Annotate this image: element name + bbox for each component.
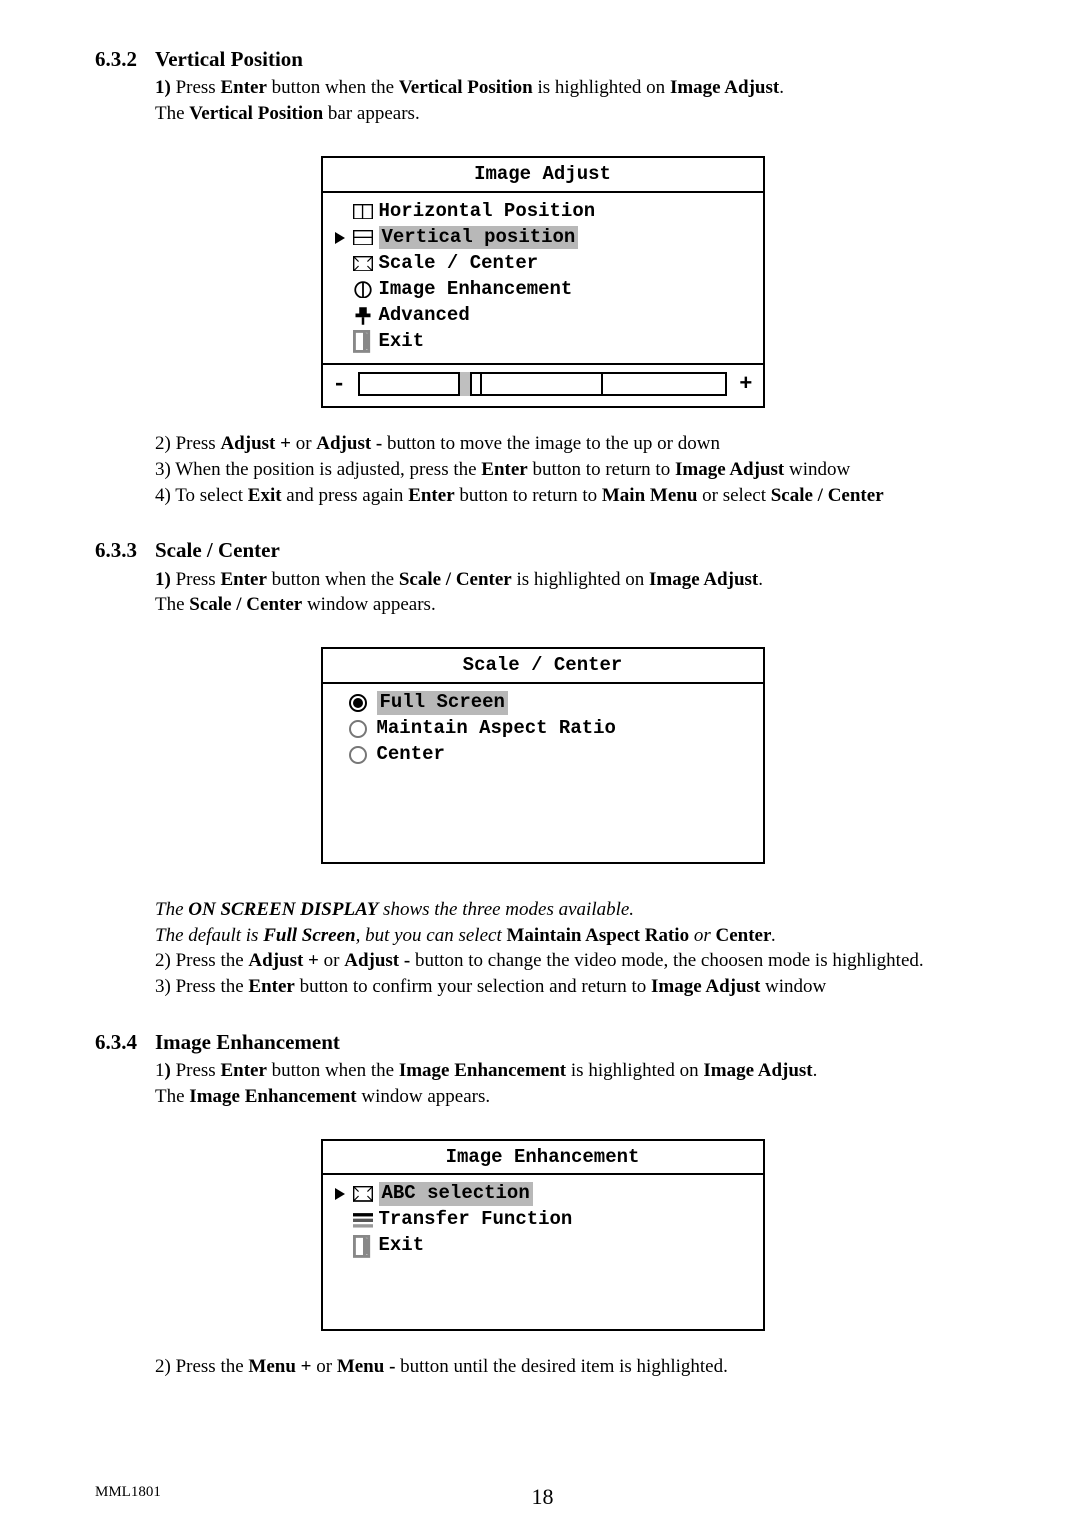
section-number: 6.3.2 [95, 46, 137, 72]
menu-item-abc[interactable]: ABC selection [333, 1181, 753, 1207]
section-title: Vertical Position [155, 46, 303, 72]
osd-title: Image Adjust [323, 158, 763, 191]
page: 6.3.2 Vertical Position 1) Press Enter b… [0, 0, 1080, 1528]
menu-item-advanced[interactable]: Advanced [333, 303, 753, 329]
slider-minus: - [333, 371, 346, 399]
enhancement-icon [353, 281, 373, 299]
menu-item-exit[interactable]: Exit [333, 1233, 753, 1259]
exit-icon [353, 330, 373, 353]
option-label: Center [377, 743, 445, 767]
page-footer: MML1801 18 [95, 1483, 990, 1502]
transfer-function-icon [353, 1212, 373, 1228]
menu-item-scale[interactable]: Scale / Center [333, 251, 753, 277]
section-632-post: 2) Press Adjust + or Adjust - button to … [155, 432, 990, 507]
menu-item-horizontal[interactable]: Horizontal Position [333, 199, 753, 225]
section-number: 6.3.4 [95, 1029, 137, 1055]
section-633-post: The ON SCREEN DISPLAY shows the three mo… [155, 898, 990, 999]
radio-icon [349, 720, 367, 738]
menu-item-transfer[interactable]: Transfer Function [333, 1207, 753, 1233]
option-center[interactable]: Center [333, 742, 753, 768]
option-maintain-aspect[interactable]: Maintain Aspect Ratio [333, 716, 753, 742]
step-1: 1) Press Enter button when the Vertical … [155, 76, 990, 100]
section-title: Scale / Center [155, 537, 280, 563]
option-label: Maintain Aspect Ratio [377, 717, 616, 741]
menu-label: Image Enhancement [379, 278, 573, 302]
section-number: 6.3.3 [95, 537, 137, 563]
section-633-body: 1) Press Enter button when the Scale / C… [155, 568, 990, 618]
scale-center-icon [353, 256, 373, 272]
page-number: 18 [532, 1483, 554, 1511]
slider-track[interactable] [358, 372, 728, 396]
section-633-heading: 6.3.3 Scale / Center [95, 537, 990, 563]
line: The Vertical Position bar appears. [155, 102, 990, 126]
vertical-position-icon [353, 230, 373, 246]
section-632-body: 1) Press Enter button when the Vertical … [155, 76, 990, 126]
osd-scale-center: Scale / Center Full Screen Maintain Aspe… [321, 647, 765, 864]
menu-item-vertical[interactable]: Vertical position [333, 225, 753, 251]
menu-label: Advanced [379, 304, 470, 328]
slider-plus: + [739, 371, 752, 399]
menu-label: Transfer Function [379, 1208, 573, 1232]
section-634-body: 1) Press Enter button when the Image Enh… [155, 1059, 990, 1109]
osd-image-adjust: Image Adjust Horizontal Position Vertica… [321, 156, 765, 408]
menu-label: Exit [379, 330, 425, 354]
horizontal-position-icon [353, 204, 373, 220]
menu-item-enhancement[interactable]: Image Enhancement [333, 277, 753, 303]
option-label: Full Screen [377, 691, 508, 715]
menu-label: Scale / Center [379, 252, 539, 276]
menu-label: Vertical position [379, 226, 579, 250]
menu-label: ABC selection [379, 1182, 533, 1206]
advanced-icon [353, 306, 373, 326]
osd-slider[interactable]: - + [323, 363, 763, 407]
cursor-icon [333, 232, 347, 244]
menu-label: Horizontal Position [379, 200, 596, 224]
osd-title: Image Enhancement [323, 1141, 763, 1174]
menu-label: Exit [379, 1234, 425, 1258]
osd-title: Scale / Center [323, 649, 763, 682]
slider-thumb[interactable] [458, 372, 472, 396]
cursor-icon [333, 1188, 347, 1200]
section-632-heading: 6.3.2 Vertical Position [95, 46, 990, 72]
abc-icon [353, 1186, 373, 1202]
radio-icon [349, 694, 367, 712]
menu-item-exit[interactable]: Exit [333, 329, 753, 355]
osd-image-enhancement: Image Enhancement ABC selection Transfer… [321, 1139, 765, 1332]
exit-icon [353, 1235, 373, 1258]
section-title: Image Enhancement [155, 1029, 340, 1055]
step-num: 1) [155, 77, 171, 98]
section-634-heading: 6.3.4 Image Enhancement [95, 1029, 990, 1055]
radio-icon [349, 746, 367, 764]
doc-id: MML1801 [95, 1483, 161, 1502]
section-634-post: 2) Press the Menu + or Menu - button unt… [155, 1355, 990, 1379]
option-full-screen[interactable]: Full Screen [333, 690, 753, 716]
